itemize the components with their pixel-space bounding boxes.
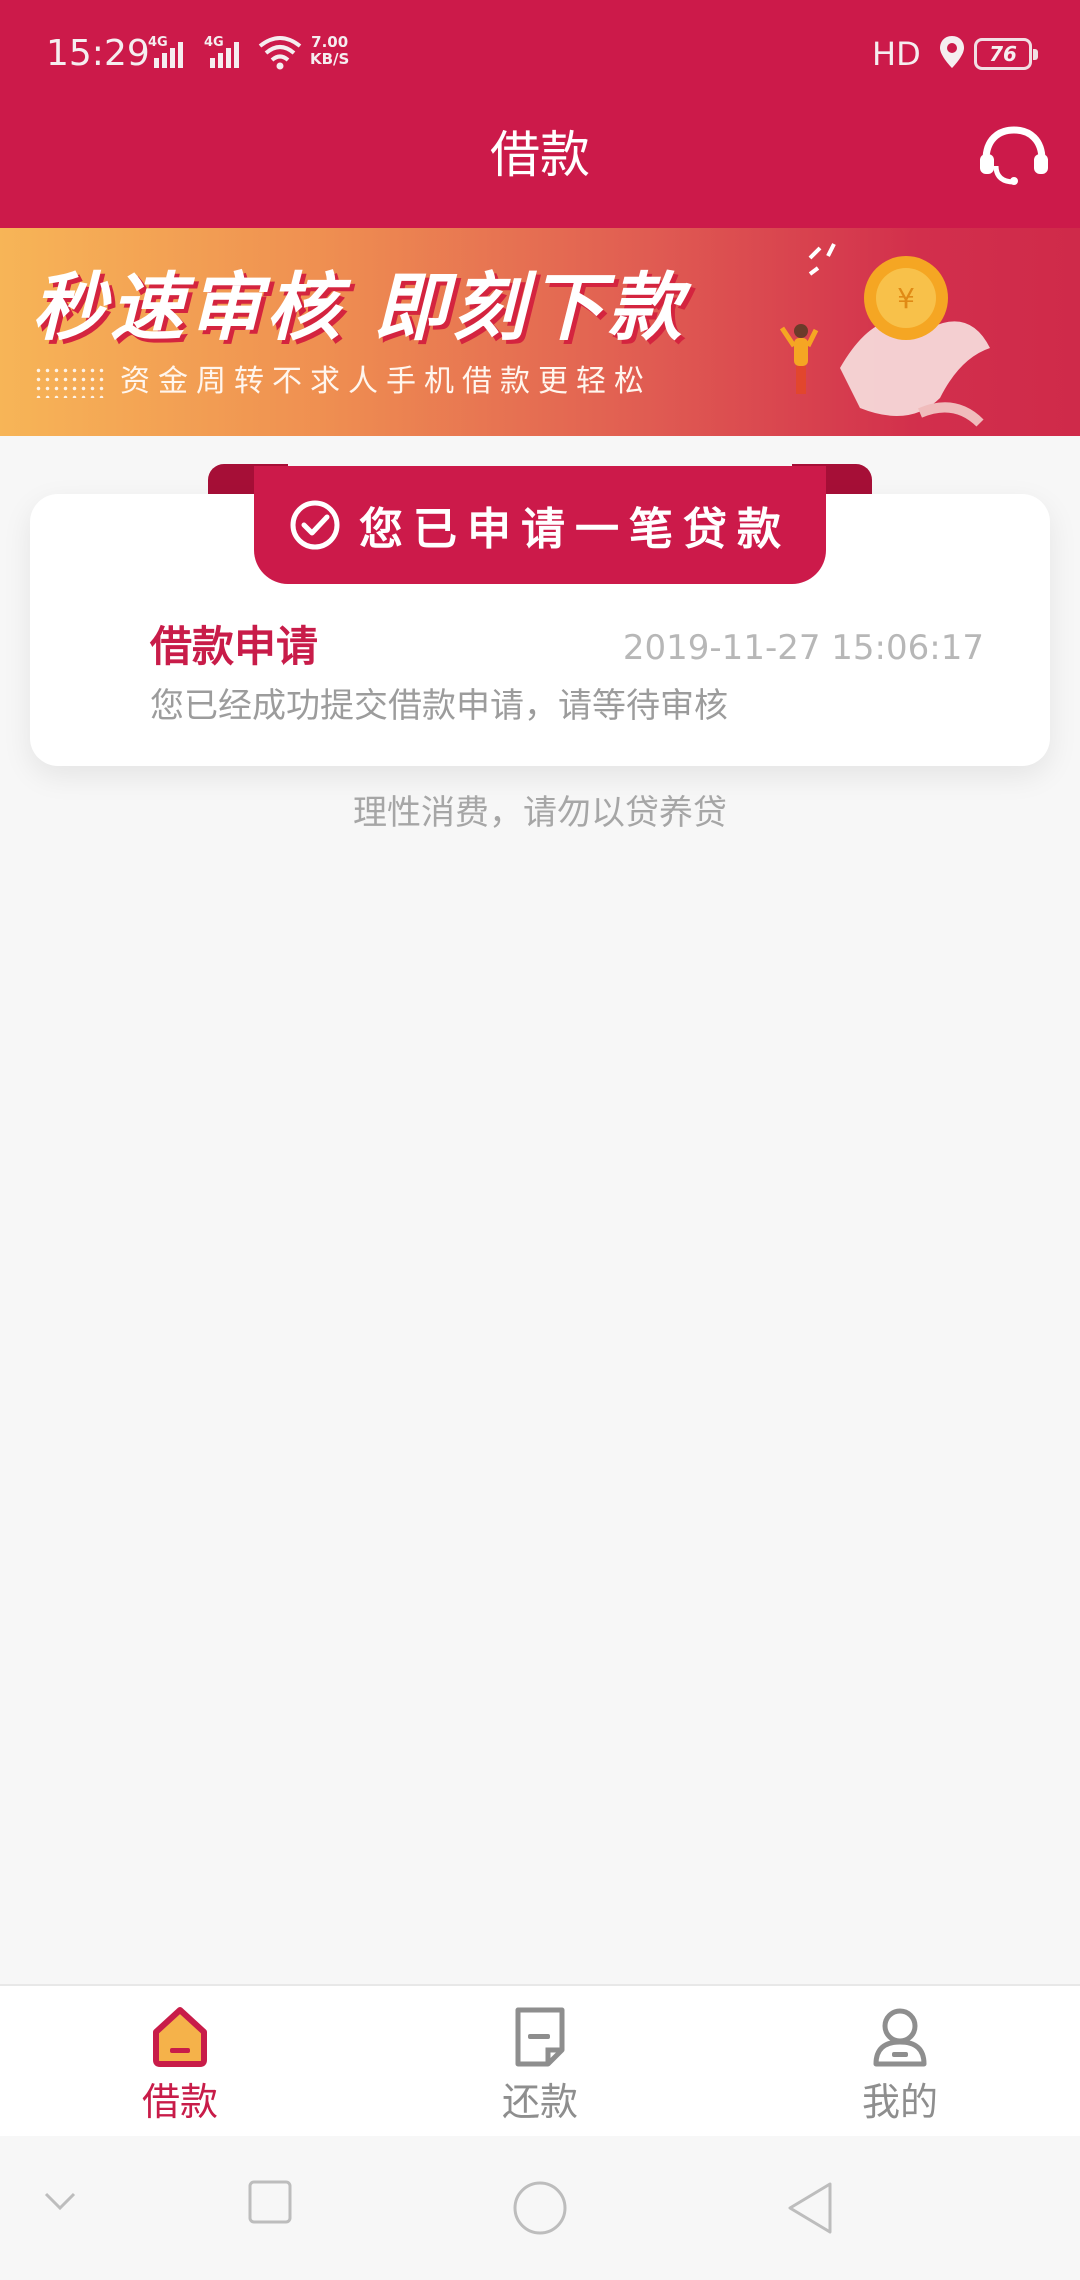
- location-icon: [940, 36, 964, 68]
- tab-mine[interactable]: 我的: [720, 1986, 1080, 2136]
- promo-banner[interactable]: 秒速审核 即刻下款 资金周转不求人手机借款更轻松 ¥: [0, 228, 1080, 436]
- app-header: 15:29 4G 4G 7.00 KB/S HD 76 借款: [0, 0, 1080, 228]
- coin-illustration-icon: ¥: [779, 243, 990, 427]
- banner-headline: 秒速审核 即刻下款: [32, 265, 686, 351]
- application-timestamp: 2019-11-27 15:06:17: [622, 628, 984, 668]
- network-speed: 7.00 KB/S: [310, 33, 350, 68]
- status-bar: 15:29 4G 4G 7.00 KB/S HD 76: [0, 0, 1080, 110]
- banner-subline: 资金周转不求人手机借款更轻松: [120, 364, 652, 399]
- battery-indicator: 76: [974, 38, 1038, 70]
- svg-text:¥: ¥: [897, 282, 915, 315]
- document-icon: [515, 2007, 565, 2067]
- page-title: 借款: [490, 126, 590, 184]
- wifi-icon: [258, 36, 302, 70]
- hd-indicator: HD: [872, 35, 921, 73]
- customer-service-headset-icon[interactable]: [978, 126, 1050, 186]
- back-icon[interactable]: [786, 2180, 836, 2236]
- system-nav-bar: [0, 2136, 1080, 2280]
- banner-dots-decoration: [34, 366, 104, 398]
- tab-mine-label: 我的: [861, 2080, 938, 2124]
- home-button-icon[interactable]: [512, 2180, 568, 2236]
- recent-apps-icon[interactable]: [248, 2180, 292, 2224]
- ribbon-text: 您已申请一笔贷款: [359, 504, 791, 555]
- tab-borrow[interactable]: 借款: [0, 1986, 360, 2136]
- check-circle-icon: [290, 500, 340, 550]
- tab-repay-label: 还款: [501, 2080, 578, 2124]
- bottom-tab-bar: 借款 还款 我的: [0, 1984, 1080, 2136]
- application-title: 借款申请: [150, 622, 319, 671]
- chevron-down-icon[interactable]: [40, 2180, 80, 2220]
- home-icon: [153, 2007, 207, 2067]
- tab-borrow-label: 借款: [141, 2080, 218, 2124]
- application-status-ribbon: 您已申请一笔贷款: [254, 466, 826, 584]
- application-description: 您已经成功提交借款申请，请等待审核: [150, 686, 728, 726]
- user-icon: [873, 2008, 927, 2067]
- status-time: 15:29: [46, 33, 150, 74]
- responsible-borrowing-tip: 理性消费，请勿以贷养贷: [353, 793, 727, 833]
- tab-repay[interactable]: 还款: [360, 1986, 720, 2136]
